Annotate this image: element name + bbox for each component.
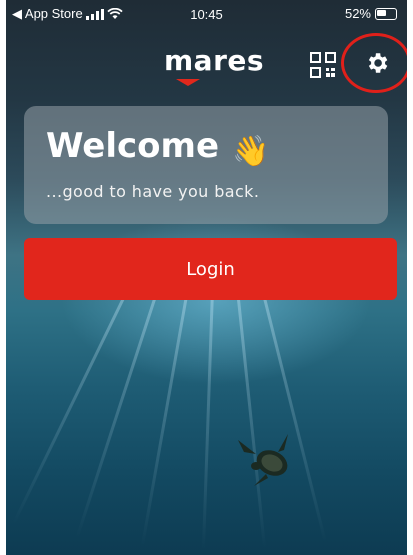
sea-turtle-image xyxy=(238,434,296,486)
mares-logo: mares xyxy=(164,44,265,77)
waving-hand-icon: 👋 xyxy=(232,135,270,168)
light-ray xyxy=(201,289,214,550)
light-ray xyxy=(236,289,267,549)
welcome-card: Welcome 👋 ...good to have you back. xyxy=(24,106,388,224)
status-bar: ◀ App Store 10:45 52% xyxy=(6,0,407,28)
qr-code-icon[interactable] xyxy=(310,52,336,78)
gear-icon[interactable] xyxy=(364,50,390,76)
welcome-subtitle: ...good to have you back. xyxy=(46,182,260,201)
welcome-title: Welcome xyxy=(46,126,220,166)
light-ray xyxy=(140,289,189,547)
light-ray xyxy=(12,289,129,525)
app-screen: ◀ App Store 10:45 52% mares Welcome 👋 ..… xyxy=(6,0,407,555)
status-right: 52% xyxy=(345,6,397,21)
logo-chevron xyxy=(176,79,200,86)
battery-percent: 52% xyxy=(344,6,371,21)
top-nav: mares xyxy=(6,32,407,93)
battery-icon xyxy=(375,7,397,20)
light-ray xyxy=(261,289,327,543)
login-button[interactable]: Login xyxy=(24,238,397,300)
light-ray xyxy=(75,289,159,538)
